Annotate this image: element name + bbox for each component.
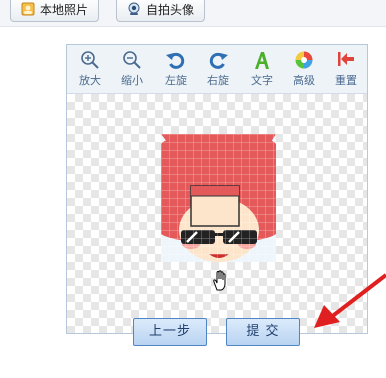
previous-step-button[interactable]: 上一步 — [133, 318, 207, 346]
submit-button[interactable]: 提 交 — [226, 318, 300, 346]
